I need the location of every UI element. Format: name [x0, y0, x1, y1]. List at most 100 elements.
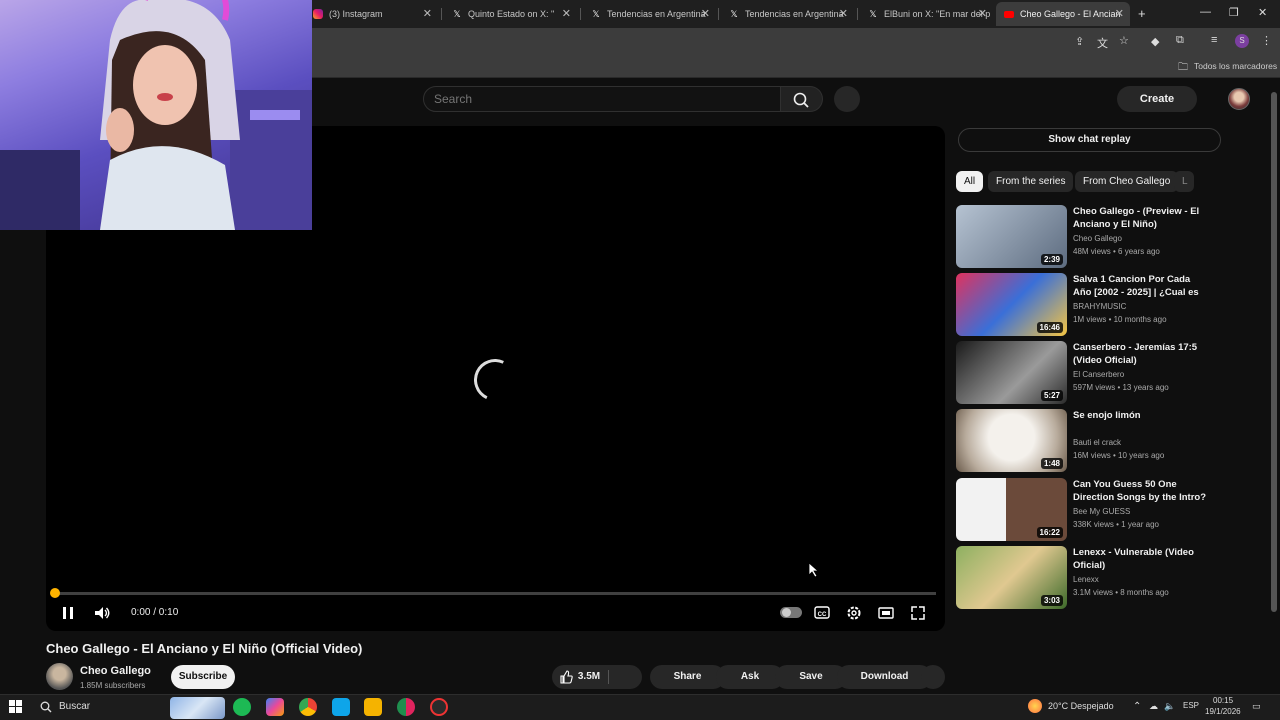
user-avatar[interactable] — [1228, 88, 1250, 110]
copilot-icon[interactable] — [266, 698, 284, 716]
recommendation-title[interactable]: Salva 1 Cancion Por Cada Año [2002 - 202… — [1073, 273, 1206, 299]
cast-icon[interactable]: ⇪ — [1075, 35, 1084, 48]
minimize-icon[interactable]: — — [1200, 6, 1211, 18]
subscriber-count: 1.85M subscribers — [80, 681, 146, 690]
chrome-icon[interactable] — [299, 698, 317, 716]
recommendation-title[interactable]: Se enojo limón — [1073, 409, 1206, 422]
tab-tendencias-2[interactable]: 𝕏 Tendencias en Argentina ✕ — [721, 2, 854, 26]
file-explorer-icon[interactable] — [364, 698, 382, 716]
recommendation-title[interactable]: Can You Guess 50 One Direction Songs by … — [1073, 478, 1206, 504]
video-thumbnail[interactable]: 1:48 — [956, 409, 1067, 472]
recommendation-item[interactable]: 3:03 Lenexx - Vulnerable (Video Oficial)… — [956, 546, 1206, 610]
theater-mode-button[interactable] — [876, 604, 896, 622]
channel-name[interactable]: Cheo Gallego — [80, 665, 151, 677]
recommendation-channel[interactable]: Bauti el crack — [1073, 438, 1121, 447]
tab-instagram[interactable]: (3) Instagram ✕ — [305, 2, 438, 26]
tab-elbuni[interactable]: 𝕏 ElBuni on X: "En mar del p ✕ — [860, 2, 993, 26]
tab-tendencias-1[interactable]: 𝕏 Tendencias en Argentina ✕ — [583, 2, 716, 26]
recommendation-item[interactable]: 5:27 Canserbero - Jeremías 17:5 (Video O… — [956, 341, 1206, 405]
weather-text[interactable]: 20°C Despejado — [1048, 701, 1114, 711]
chip-from-channel[interactable]: From Cheo Gallego — [1075, 171, 1179, 192]
video-thumbnail[interactable]: 16:22 — [956, 478, 1067, 541]
recommendation-title[interactable]: Cheo Gallego - (Preview - El Anciano y E… — [1073, 205, 1206, 231]
volume-button[interactable] — [92, 604, 112, 622]
recommendation-item[interactable]: 1:48 Se enojo limón Bauti el crack 16M v… — [956, 409, 1206, 473]
progress-bar[interactable] — [54, 592, 936, 595]
create-button[interactable]: Create — [1117, 86, 1197, 112]
media-icon[interactable]: ≡ — [1211, 34, 1217, 46]
close-icon[interactable]: ✕ — [978, 7, 987, 20]
ask-button[interactable]: Ask — [716, 665, 784, 689]
clock-date[interactable]: 19/1/2026 — [1205, 707, 1241, 716]
settings-button[interactable] — [844, 604, 864, 622]
puzzle-icon[interactable]: ⧉ — [1176, 34, 1184, 47]
tab-youtube-active[interactable]: Cheo Gallego - El Ancian ✕ — [996, 2, 1130, 26]
recommendation-title[interactable]: Canserbero - Jeremías 17:5 (Video Oficia… — [1073, 341, 1206, 367]
dislike-button[interactable] — [609, 665, 642, 689]
download-button[interactable]: Download — [837, 665, 932, 689]
restore-icon[interactable]: ❐ — [1229, 6, 1239, 19]
chip-all[interactable]: All — [956, 171, 984, 192]
new-tab-plus-icon[interactable]: + — [1138, 6, 1146, 21]
recommendation-item[interactable]: 16:22 Can You Guess 50 One Direction Son… — [956, 478, 1206, 542]
taskbar-search-box[interactable]: Buscar — [59, 701, 90, 712]
notification-icon[interactable]: ▭ — [1252, 701, 1261, 712]
voice-search-button[interactable] — [834, 86, 860, 112]
captions-icon: CC — [814, 606, 830, 619]
chip-more[interactable]: L — [1174, 171, 1194, 192]
close-icon[interactable]: ✕ — [562, 7, 571, 20]
more-actions-button[interactable] — [921, 665, 945, 689]
video-thumbnail[interactable]: 16:46 — [956, 273, 1067, 336]
spotify-icon[interactable] — [233, 698, 251, 716]
progress-scrubber[interactable] — [50, 588, 60, 598]
close-icon[interactable]: ✕ — [1115, 7, 1124, 20]
profile-avatar[interactable]: S — [1235, 34, 1249, 48]
like-button[interactable]: 3.5M — [552, 665, 607, 689]
chrome-profile-icon[interactable] — [397, 698, 415, 716]
share-button[interactable]: Share — [650, 665, 725, 689]
search-button[interactable] — [781, 86, 823, 112]
obs-icon[interactable] — [430, 698, 448, 716]
clock-time[interactable]: 00:15 — [1213, 696, 1233, 705]
captions-button[interactable]: CC — [812, 604, 832, 622]
window-close-icon[interactable]: ✕ — [1258, 6, 1267, 19]
chip-from-series[interactable]: From the series — [988, 171, 1074, 192]
app-icon[interactable] — [332, 698, 350, 716]
video-thumbnail[interactable]: 3:03 — [956, 546, 1067, 609]
recommendation-title[interactable]: Lenexx - Vulnerable (Video Oficial) — [1073, 546, 1206, 572]
network-icon[interactable]: ☁ — [1149, 701, 1158, 712]
recommendation-channel[interactable]: Cheo Gallego — [1073, 234, 1122, 243]
recommendation-channel[interactable]: El Canserbero — [1073, 370, 1124, 379]
windows-start-icon[interactable] — [9, 700, 23, 714]
recommendation-item[interactable]: 16:46 Salva 1 Cancion Por Cada Año [2002… — [956, 273, 1206, 337]
recommendation-channel[interactable]: Lenexx — [1073, 575, 1099, 584]
recommendation-item[interactable]: 2:39 Cheo Gallego - (Preview - El Ancian… — [956, 205, 1206, 269]
tab-quinto-estado[interactable]: 𝕏 Quinto Estado on X: " ✕ — [444, 2, 577, 26]
translate-icon[interactable]: 文 — [1097, 35, 1108, 51]
recommendation-meta: 48M views • 6 years ago — [1073, 247, 1160, 256]
fullscreen-icon — [911, 606, 925, 620]
star-icon[interactable]: ☆ — [1119, 34, 1129, 47]
chevron-up-icon[interactable]: ⌃ — [1133, 701, 1141, 712]
search-input[interactable] — [423, 86, 781, 112]
subscribe-button[interactable]: Subscribe — [171, 665, 235, 689]
recommendation-channel[interactable]: Bee My GUESS — [1073, 507, 1130, 516]
close-icon[interactable]: ✕ — [701, 7, 710, 20]
kebab-menu-icon[interactable]: ⋮ — [1261, 34, 1272, 47]
page-scrollbar[interactable] — [1271, 92, 1277, 612]
volume-icon[interactable]: 🔈 — [1164, 701, 1175, 712]
close-icon[interactable]: ✕ — [839, 7, 848, 20]
all-bookmarks-link[interactable]: Todos los marcadores — [1194, 61, 1277, 71]
video-thumbnail[interactable]: 2:39 — [956, 205, 1067, 268]
language-indicator[interactable]: ESP — [1183, 701, 1199, 710]
pause-button[interactable] — [58, 604, 78, 622]
fullscreen-button[interactable] — [908, 604, 928, 622]
extension-icon[interactable]: ◆ — [1151, 35, 1159, 48]
tab-separator — [718, 8, 719, 20]
recommendation-channel[interactable]: BRAHYMUSIC — [1073, 302, 1126, 311]
video-thumbnail[interactable]: 5:27 — [956, 341, 1067, 404]
tab-title: (3) Instagram — [329, 9, 383, 19]
close-icon[interactable]: ✕ — [423, 7, 432, 20]
show-chat-replay-button[interactable]: Show chat replay — [958, 128, 1221, 152]
channel-avatar[interactable] — [46, 663, 73, 690]
